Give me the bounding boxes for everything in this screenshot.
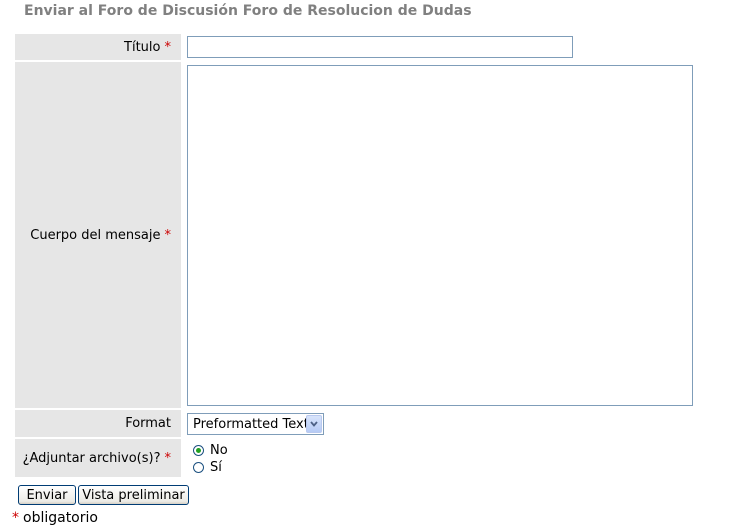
message-body-textarea[interactable] bbox=[187, 65, 693, 406]
format-selected-value: Preformatted Text bbox=[193, 416, 306, 432]
format-select[interactable]: Preformatted Text bbox=[187, 413, 324, 435]
required-footnote: * obligatorio bbox=[12, 510, 98, 526]
body-label-cell: Cuerpo del mensaje * bbox=[15, 62, 181, 408]
attach-label-cell: ¿Adjuntar archivo(s)? * bbox=[15, 439, 181, 477]
chevron-down-icon[interactable] bbox=[306, 415, 322, 433]
attach-option-si-label: Sí bbox=[210, 460, 222, 475]
submit-button[interactable]: Enviar bbox=[18, 485, 76, 505]
preview-button[interactable]: Vista preliminar bbox=[78, 485, 189, 505]
radio-no[interactable] bbox=[193, 445, 204, 456]
attach-option-no-label: No bbox=[210, 443, 228, 458]
footnote-text: obligatorio bbox=[23, 510, 98, 526]
footnote-marker: * bbox=[12, 510, 19, 526]
title-label: Título bbox=[124, 39, 161, 55]
format-label: Format bbox=[125, 416, 171, 431]
title-input[interactable] bbox=[187, 36, 573, 58]
radio-selected-dot bbox=[196, 448, 201, 453]
body-label: Cuerpo del mensaje bbox=[30, 227, 161, 243]
title-label-cell: Título * bbox=[15, 34, 181, 60]
required-marker: * bbox=[164, 227, 172, 243]
radio-si[interactable] bbox=[193, 462, 204, 473]
attach-option-si[interactable]: Sí bbox=[193, 460, 222, 475]
page-title: Enviar al Foro de Discusión Foro de Reso… bbox=[24, 3, 472, 19]
attach-option-no[interactable]: No bbox=[193, 443, 228, 458]
required-marker: * bbox=[164, 39, 172, 55]
format-label-cell: Format bbox=[15, 410, 181, 437]
attach-label: ¿Adjuntar archivo(s)? bbox=[22, 450, 161, 466]
required-marker: * bbox=[164, 450, 172, 466]
